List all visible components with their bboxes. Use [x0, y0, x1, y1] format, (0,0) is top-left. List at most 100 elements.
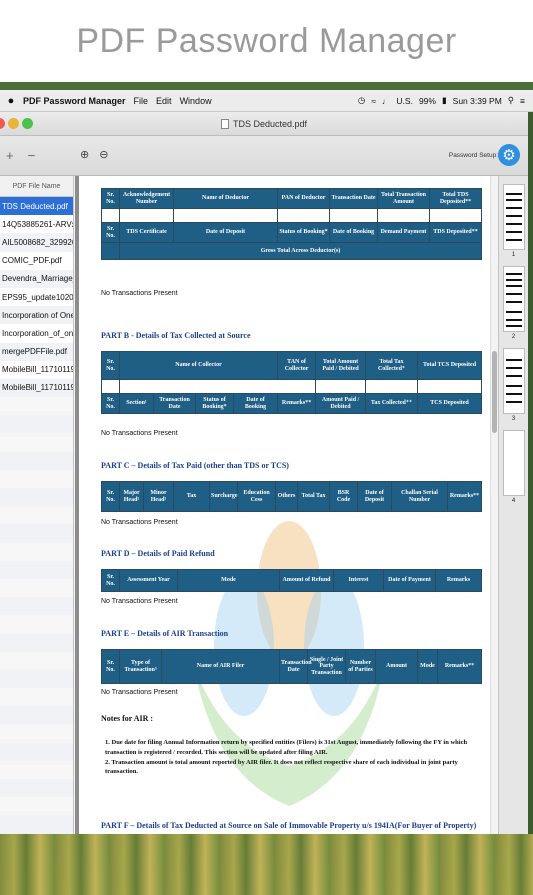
menu-edit[interactable]: Edit [156, 96, 172, 106]
part-b-table: Sr. No. Name of Collector TAN of Collector… [101, 351, 483, 414]
menu-bar: ● PDF Password Manager File Edit Window … [0, 90, 533, 112]
column-subheader: Tax Collected⁺⁺ [365, 393, 419, 414]
column-subheader: Date of Booking [232, 393, 279, 414]
column-header: Others [275, 481, 298, 512]
status-area: ◷ ≈ ♩ U.S. 99% ▮ Sun 3:39 PM ⚲ ≡ [358, 95, 525, 106]
file-list-item[interactable]: MobileBill_1171011945... [0, 378, 73, 398]
column-header: Mode [177, 569, 280, 592]
spotlight-icon[interactable]: ⚲ [508, 95, 514, 106]
column-header: Assessment Year [119, 569, 178, 592]
app-window: TDS Deducted.pdf + − ⊕ ⊖ Password Setup:… [0, 112, 528, 834]
file-list-empty-row [0, 742, 73, 761]
toolbar: + − ⊕ ⊖ Password Setup: ⚙ [0, 136, 528, 176]
column-header: Surcharge [209, 481, 238, 512]
close-button[interactable] [0, 118, 5, 129]
file-list-item[interactable]: EPS95_update102008.pdf [0, 287, 73, 307]
column-subheader: Status of Booking* [277, 222, 330, 243]
minimize-button[interactable] [8, 118, 19, 129]
file-list-item[interactable]: MobileBill_1171011945... [0, 360, 73, 379]
column-subheader: Sr. No. [101, 222, 120, 243]
column-header: Total Tax [297, 481, 330, 512]
battery-icon[interactable]: ▮ [442, 95, 447, 106]
page-thumbnail[interactable] [502, 266, 525, 332]
column-header: Type of Transaction³ [119, 649, 162, 684]
password-setup-gear-icon[interactable]: ⚙ [498, 144, 520, 166]
file-list-empty-row [0, 688, 73, 706]
input-source[interactable]: U.S. [396, 96, 413, 106]
column-header: Mode [417, 649, 438, 684]
file-list-empty-row [0, 470, 73, 488]
zoom-in-icon[interactable]: ⊕ [80, 148, 89, 161]
column-header: Date of Payment [383, 569, 436, 592]
file-list-item[interactable]: Incorporation of One Per... [0, 306, 73, 325]
add-file-button[interactable]: + [6, 148, 14, 163]
document-viewer[interactable]: Sr. No. Acknowledgement Number Name of Ded… [75, 176, 498, 834]
part-b-heading: PART B - Details of Tax Collected at Sou… [101, 331, 251, 340]
part-e-heading: PART E – Details of AIR Transaction [101, 629, 229, 638]
file-list-empty-row [0, 633, 73, 652]
battery-level[interactable]: 99% [419, 96, 436, 106]
desktop-background-foliage [0, 832, 533, 895]
column-header: Acknowledgement Number [119, 188, 174, 209]
zoom-out-icon[interactable]: ⊖ [99, 148, 108, 161]
menu-window[interactable]: Window [180, 96, 212, 106]
column-subheader: Status of Booking* [195, 393, 234, 414]
column-header: Sr. No. [101, 649, 120, 684]
column-header: Single / Joint Party Transaction [307, 649, 346, 684]
time-machine-icon[interactable]: ◷ [358, 95, 365, 106]
file-list-item[interactable]: COMIC_PDF.pdf [0, 251, 73, 270]
column-header: Sr. No. [101, 481, 120, 512]
no-transactions-b: No Transactions Present [101, 430, 178, 437]
window-title: TDS Deducted.pdf [232, 118, 308, 129]
file-list-header[interactable]: PDF File Name [0, 176, 73, 197]
part-d-table: Sr. No. Assessment Year Mode Amount of Refu… [101, 569, 482, 592]
file-list-item[interactable]: TDS Deducted.pdf [0, 197, 73, 216]
page-thumbnail[interactable] [502, 184, 525, 250]
zoom-button[interactable] [22, 118, 33, 129]
part-f-heading: PART F – Details of Tax Deducted at Sour… [101, 821, 477, 830]
file-list-empty-row [0, 652, 73, 670]
part-c-heading: PART C – Details of Tax Paid (other than… [101, 461, 289, 470]
app-menu[interactable]: PDF Password Manager [23, 96, 126, 106]
file-list-sidebar: PDF File Name TDS Deducted.pdf 14Q5388526… [0, 176, 74, 834]
file-list-empty-row [0, 543, 73, 561]
file-list-empty-row [0, 597, 73, 616]
column-subheader: TDS Certificate [119, 222, 174, 243]
column-header: PAN of Deductor [277, 188, 330, 209]
clock[interactable]: Sun 3:39 PM [453, 96, 502, 106]
notification-center-icon[interactable]: ≡ [520, 96, 525, 106]
file-list-empty-row [0, 506, 73, 524]
window-titlebar: TDS Deducted.pdf [0, 112, 528, 136]
column-subheader: Section¹ [119, 393, 154, 414]
no-transactions-a: No Transactions Present [101, 290, 178, 297]
file-list-item[interactable]: Devendra_Marriage_Car... [0, 269, 73, 288]
apple-menu-icon[interactable]: ● [3, 95, 19, 107]
file-list-item[interactable]: mergePDFFile.pdf [0, 342, 73, 361]
file-list-empty-row [0, 397, 73, 415]
no-transactions-d: No Transactions Present [101, 598, 178, 605]
file-list-empty-row [0, 815, 73, 834]
promo-title: PDF Password Manager [76, 21, 457, 60]
no-transactions-e: No Transactions Present [101, 689, 178, 696]
file-list-empty-row [0, 415, 73, 434]
vertical-scrollbar[interactable] [490, 176, 498, 834]
remove-file-button[interactable]: − [28, 148, 36, 163]
scrollbar-thumb[interactable] [492, 351, 497, 433]
column-header: Remarks** [447, 481, 482, 512]
file-list-item[interactable]: 14Q53885261-ARVxxx... [0, 215, 73, 234]
column-header: Total Tax Collected⁺ [365, 351, 419, 380]
file-list-item[interactable]: Incorporation_of_one_pe... [0, 324, 73, 343]
column-header: Remarks** [437, 649, 482, 684]
column-header: Total Transaction Amount [377, 188, 430, 209]
file-list-item[interactable]: AIL5008682_3299263... [0, 233, 73, 252]
wifi-icon[interactable]: ≈ [371, 96, 376, 106]
page-thumbnail[interactable] [502, 348, 525, 414]
column-header: Challan Serial Number [391, 481, 448, 512]
column-header: Name of AIR Filer [161, 649, 280, 684]
page-thumbnail[interactable] [502, 430, 525, 496]
volume-icon[interactable]: ♩ [382, 96, 391, 106]
column-header: Transaction Date [279, 649, 312, 684]
menu-file[interactable]: File [134, 96, 149, 106]
file-list-empty-row [0, 451, 73, 470]
column-subheader: Date of Deposit [173, 222, 278, 243]
